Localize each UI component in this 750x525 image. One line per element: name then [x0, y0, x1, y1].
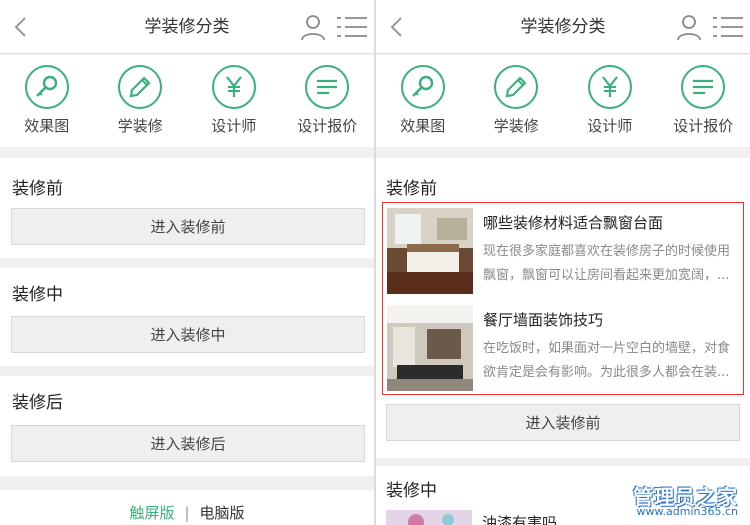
- enter-before-button[interactable]: 进入装修前: [11, 208, 365, 245]
- yen-icon: [225, 76, 242, 97]
- nav-label: 设计师: [587, 117, 633, 135]
- menu-icon[interactable]: [712, 15, 744, 39]
- section-title: 装修中: [12, 285, 63, 305]
- article-title: 哪些装修材料适合飘窗台面: [483, 214, 664, 232]
- right-screen: 学装修分类 效果图 学装修 设计师 设计报价 装修前 进入装修前 哪些装修材料适…: [376, 0, 750, 525]
- enter-after-button[interactable]: 进入装修后: [11, 425, 365, 462]
- section-before: 装修前 进入装修前: [0, 158, 374, 258]
- nav-item-designer[interactable]: 设计师: [563, 55, 657, 147]
- article-thumbnail-bedroom: [387, 208, 473, 294]
- enter-before-button[interactable]: 进入装修前: [386, 404, 740, 441]
- section-during: 装修中 进入装修中: [0, 268, 374, 366]
- section-after: 装修后 进入装修后: [0, 376, 374, 476]
- enter-during-button[interactable]: 进入装修中: [11, 316, 365, 353]
- category-nav: 效果图 学装修 设计师 设计报价: [376, 55, 750, 147]
- article-thumbnail-dining: [387, 305, 473, 391]
- article-summary: 在吃饭时，如果面对一片空白的墙壁，对食欲肯定是会有影响。为此很多人都会在装...: [483, 341, 731, 380]
- nav-label: 设计报价: [297, 117, 358, 135]
- user-icon[interactable]: [676, 13, 702, 41]
- nav-item-quote[interactable]: 设计报价: [281, 55, 375, 147]
- user-icon[interactable]: [300, 13, 326, 41]
- nav-item-learn[interactable]: 学装修: [470, 55, 564, 147]
- left-screen: 学装修分类 效果图 学装修 设计师 设计报价 装修前 进入装修前 装修中 进入装…: [0, 0, 374, 525]
- yen-icon: [601, 76, 618, 97]
- category-nav: 效果图 学装修 设计师 设计报价: [0, 55, 374, 147]
- nav-label: 效果图: [24, 117, 70, 135]
- nav-item-effect[interactable]: 效果图: [376, 55, 470, 147]
- nav-label: 设计师: [211, 117, 257, 135]
- article-summary: 现在很多家庭都喜欢在装修房子的时候使用飘窗，飘窗可以让房间看起来更加宽阔，...: [483, 244, 731, 283]
- touch-version-link[interactable]: 触屏版: [129, 504, 174, 522]
- pc-version-link[interactable]: 电脑版: [200, 504, 245, 522]
- article-thumbnail-partial: [386, 510, 472, 525]
- section-title: 装修前: [12, 179, 63, 199]
- list-icon: [693, 79, 714, 95]
- magnifier-icon: [411, 75, 433, 97]
- nav-label: 学装修: [493, 117, 539, 135]
- watermark: 管理员之家 www.admin365.cn: [610, 481, 746, 521]
- nav-label: 效果图: [400, 117, 446, 135]
- watermark-url: www.admin365.cn: [636, 505, 738, 518]
- pencil-icon: [129, 76, 151, 98]
- article-title-partial: 油漆有害吗: [482, 514, 558, 525]
- list-icon: [317, 79, 338, 95]
- section-title: 装修后: [12, 393, 63, 413]
- nav-label: 学装修: [117, 117, 163, 135]
- nav-item-effect[interactable]: 效果图: [0, 55, 94, 147]
- article-title: 餐厅墙面装饰技巧: [483, 311, 604, 329]
- footer: 触屏版 | 电脑版: [0, 490, 374, 525]
- article-list-highlight: 哪些装修材料适合飘窗台面 现在很多家庭都喜欢在装修房子的时候使用飘窗，飘窗可以让…: [382, 202, 744, 395]
- screenshot: 学装修分类 效果图 学装修 设计师 设计报价 装修前 进入装修前 装修中 进入装…: [0, 0, 750, 525]
- menu-icon[interactable]: [336, 15, 368, 39]
- nav-item-designer[interactable]: 设计师: [187, 55, 281, 147]
- header: 学装修分类: [376, 0, 750, 54]
- nav-item-quote[interactable]: 设计报价: [657, 55, 750, 147]
- pencil-icon: [505, 76, 527, 98]
- footer-separator: |: [184, 504, 190, 522]
- header: 学装修分类: [0, 0, 374, 54]
- article-item[interactable]: 餐厅墙面装饰技巧 在吃饭时，如果面对一片空白的墙壁，对食欲肯定是会有影响。为此很…: [387, 305, 739, 391]
- magnifier-icon: [35, 75, 57, 97]
- section-title: 装修中: [386, 481, 437, 501]
- section-title: 装修前: [386, 179, 437, 199]
- nav-item-learn[interactable]: 学装修: [94, 55, 188, 147]
- nav-label: 设计报价: [673, 117, 734, 135]
- article-item[interactable]: 哪些装修材料适合飘窗台面 现在很多家庭都喜欢在装修房子的时候使用飘窗，飘窗可以让…: [387, 208, 739, 294]
